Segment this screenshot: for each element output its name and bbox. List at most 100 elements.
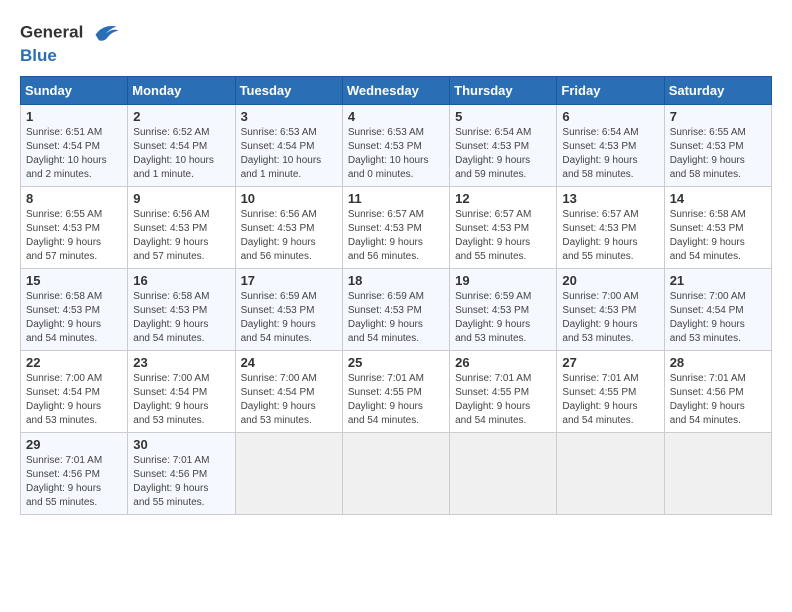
calendar-cell: 23Sunrise: 7:00 AM Sunset: 4:54 PM Dayli…	[128, 350, 235, 432]
calendar-cell: 12 Sunrise: 6:57 AM Sunset: 4:53 PM Dayli…	[450, 186, 557, 268]
day-number: 10	[241, 191, 337, 206]
calendar-cell: 19 Sunrise: 6:59 AM Sunset: 4:53 PM Dayli…	[450, 268, 557, 350]
day-number: 25	[348, 355, 444, 370]
day-number: 16	[133, 273, 229, 288]
calendar-cell: 25 Sunrise: 7:01 AM Sunset: 4:55 PM Dayli…	[342, 350, 449, 432]
calendar-week-row: 29 Sunrise: 7:01 AM Sunset: 4:56 PM Dayli…	[21, 432, 772, 514]
calendar-week-row: 22 Sunrise: 7:00 AM Sunset: 4:54 PM Dayli…	[21, 350, 772, 432]
weekday-header: Tuesday	[235, 76, 342, 104]
calendar-cell: 24Sunrise: 7:00 AM Sunset: 4:54 PM Dayli…	[235, 350, 342, 432]
day-info: Sunrise: 7:01 AM Sunset: 4:55 PM Dayligh…	[348, 372, 444, 428]
day-number: 24	[241, 355, 337, 370]
weekday-header: Thursday	[450, 76, 557, 104]
calendar-cell: 16 Sunrise: 6:58 AM Sunset: 4:53 PM Dayli…	[128, 268, 235, 350]
calendar-cell: 22Sunrise: 7:00 AM Sunset: 4:54 PM Dayli…	[21, 350, 128, 432]
day-number: 5	[455, 109, 551, 124]
day-number: 13	[562, 191, 658, 206]
day-info: Sunrise: 7:01 AM Sunset: 4:55 PM Dayligh…	[562, 372, 658, 428]
day-info: Sunrise: 7:01 AM Sunset: 4:56 PM Dayligh…	[26, 454, 122, 510]
day-number: 8	[26, 191, 122, 206]
calendar-cell: 30 Sunrise: 7:01 AM Sunset: 4:56 PM Dayli…	[128, 432, 235, 514]
calendar-cell: 27 Sunrise: 7:01 AM Sunset: 4:55 PM Dayli…	[557, 350, 664, 432]
calendar-cell	[342, 432, 449, 514]
calendar-cell: 8 Sunrise: 6:55 AM Sunset: 4:53 PM Daylig…	[21, 186, 128, 268]
day-number: 15	[26, 273, 122, 288]
day-info: Sunrise: 6:57 AM Sunset: 4:53 PM Dayligh…	[348, 208, 444, 264]
day-number: 28	[670, 355, 766, 370]
weekday-header: Sunday	[21, 76, 128, 104]
day-info: Sunrise: 6:57 AM Sunset: 4:53 PM Dayligh…	[455, 208, 551, 264]
calendar-cell: 21 Sunrise: 7:00 AM Sunset: 4:54 PM Dayli…	[664, 268, 771, 350]
calendar-cell: 17 Sunrise: 6:59 AM Sunset: 4:53 PM Dayli…	[235, 268, 342, 350]
day-number: 1	[26, 109, 122, 124]
calendar-week-row: 15 Sunrise: 6:58 AM Sunset: 4:53 PM Dayli…	[21, 268, 772, 350]
calendar-cell	[235, 432, 342, 514]
calendar-cell: 28 Sunrise: 7:01 AM Sunset: 4:56 PM Dayli…	[664, 350, 771, 432]
day-number: 27	[562, 355, 658, 370]
day-info: Sunrise: 6:54 AM Sunset: 4:53 PM Dayligh…	[562, 126, 658, 182]
calendar-cell: 15 Sunrise: 6:58 AM Sunset: 4:53 PM Dayli…	[21, 268, 128, 350]
day-info: Sunrise: 6:58 AM Sunset: 4:53 PM Dayligh…	[133, 290, 229, 346]
calendar-cell: 1 Sunrise: 6:51 AM Sunset: 4:54 PM Daylig…	[21, 104, 128, 186]
day-info: Sunrise: 6:51 AM Sunset: 4:54 PM Dayligh…	[26, 126, 122, 182]
day-info: Sunrise: 6:59 AM Sunset: 4:53 PM Dayligh…	[241, 290, 337, 346]
day-number: 6	[562, 109, 658, 124]
day-info: Sunrise: 7:00 AM Sunset: 4:54 PM Dayligh…	[670, 290, 766, 346]
day-info: Sunrise: 6:53 AM Sunset: 4:53 PM Dayligh…	[348, 126, 444, 182]
day-info: Sunrise: 7:00 AM Sunset: 4:54 PM Dayligh…	[133, 372, 229, 428]
calendar-cell: 11 Sunrise: 6:57 AM Sunset: 4:53 PM Dayli…	[342, 186, 449, 268]
logo: General Blue	[20, 20, 120, 66]
calendar-cell: 26Sunrise: 7:01 AM Sunset: 4:55 PM Dayli…	[450, 350, 557, 432]
day-number: 9	[133, 191, 229, 206]
calendar-week-row: 1 Sunrise: 6:51 AM Sunset: 4:54 PM Daylig…	[21, 104, 772, 186]
day-number: 11	[348, 191, 444, 206]
logo-line1: General	[20, 20, 120, 46]
calendar-week-row: 8 Sunrise: 6:55 AM Sunset: 4:53 PM Daylig…	[21, 186, 772, 268]
calendar-cell: 2 Sunrise: 6:52 AM Sunset: 4:54 PM Daylig…	[128, 104, 235, 186]
day-number: 18	[348, 273, 444, 288]
day-info: Sunrise: 6:56 AM Sunset: 4:53 PM Dayligh…	[241, 208, 337, 264]
calendar-cell: 9Sunrise: 6:56 AM Sunset: 4:53 PM Daylig…	[128, 186, 235, 268]
calendar-table: SundayMondayTuesdayWednesdayThursdayFrid…	[20, 76, 772, 515]
day-info: Sunrise: 6:55 AM Sunset: 4:53 PM Dayligh…	[26, 208, 122, 264]
calendar-cell	[664, 432, 771, 514]
day-number: 20	[562, 273, 658, 288]
day-number: 17	[241, 273, 337, 288]
weekday-header: Monday	[128, 76, 235, 104]
calendar-cell: 13 Sunrise: 6:57 AM Sunset: 4:53 PM Dayli…	[557, 186, 664, 268]
calendar-cell: 7 Sunrise: 6:55 AM Sunset: 4:53 PM Daylig…	[664, 104, 771, 186]
day-info: Sunrise: 6:59 AM Sunset: 4:53 PM Dayligh…	[455, 290, 551, 346]
day-info: Sunrise: 7:01 AM Sunset: 4:56 PM Dayligh…	[133, 454, 229, 510]
calendar-cell: 10 Sunrise: 6:56 AM Sunset: 4:53 PM Dayli…	[235, 186, 342, 268]
day-number: 19	[455, 273, 551, 288]
day-number: 30	[133, 437, 229, 452]
logo-line2: Blue	[20, 46, 120, 66]
day-number: 7	[670, 109, 766, 124]
calendar-cell: 3Sunrise: 6:53 AM Sunset: 4:54 PM Daylig…	[235, 104, 342, 186]
calendar-cell: 4 Sunrise: 6:53 AM Sunset: 4:53 PM Daylig…	[342, 104, 449, 186]
day-number: 2	[133, 109, 229, 124]
calendar-cell: 5 Sunrise: 6:54 AM Sunset: 4:53 PM Daylig…	[450, 104, 557, 186]
day-info: Sunrise: 6:58 AM Sunset: 4:53 PM Dayligh…	[26, 290, 122, 346]
calendar-cell	[557, 432, 664, 514]
day-info: Sunrise: 7:01 AM Sunset: 4:56 PM Dayligh…	[670, 372, 766, 428]
weekday-header: Friday	[557, 76, 664, 104]
day-number: 4	[348, 109, 444, 124]
calendar-header-row: SundayMondayTuesdayWednesdayThursdayFrid…	[21, 76, 772, 104]
day-number: 22	[26, 355, 122, 370]
day-info: Sunrise: 6:52 AM Sunset: 4:54 PM Dayligh…	[133, 126, 229, 182]
weekday-header: Saturday	[664, 76, 771, 104]
day-info: Sunrise: 6:58 AM Sunset: 4:53 PM Dayligh…	[670, 208, 766, 264]
day-info: Sunrise: 7:00 AM Sunset: 4:53 PM Dayligh…	[562, 290, 658, 346]
day-info: Sunrise: 6:53 AM Sunset: 4:54 PM Dayligh…	[241, 126, 337, 182]
day-number: 29	[26, 437, 122, 452]
day-info: Sunrise: 6:57 AM Sunset: 4:53 PM Dayligh…	[562, 208, 658, 264]
day-number: 21	[670, 273, 766, 288]
weekday-header: Wednesday	[342, 76, 449, 104]
day-info: Sunrise: 7:01 AM Sunset: 4:55 PM Dayligh…	[455, 372, 551, 428]
day-number: 12	[455, 191, 551, 206]
calendar-cell: 18Sunrise: 6:59 AM Sunset: 4:53 PM Dayli…	[342, 268, 449, 350]
day-info: Sunrise: 6:54 AM Sunset: 4:53 PM Dayligh…	[455, 126, 551, 182]
page-header: General Blue	[20, 20, 772, 66]
day-info: Sunrise: 6:55 AM Sunset: 4:53 PM Dayligh…	[670, 126, 766, 182]
